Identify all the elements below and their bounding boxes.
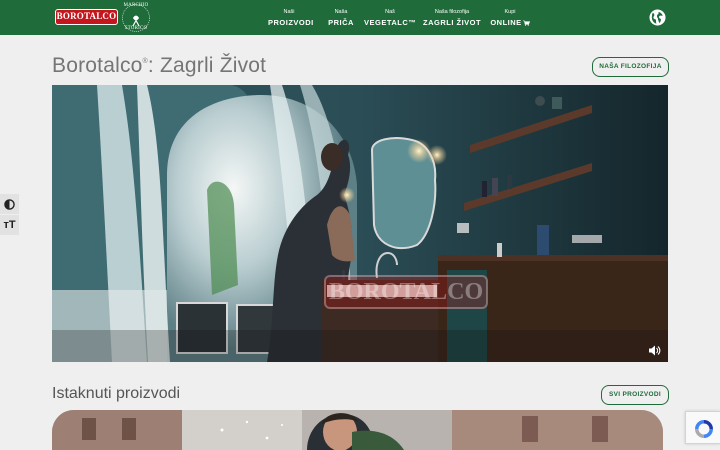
marchio-storico-seal: MARCHIO STORICO (121, 3, 151, 33)
nav-item-prica[interactable]: Naša PRIČA (325, 0, 357, 35)
cart-icon (522, 20, 530, 26)
nav-item-online-text: ONLINE (490, 18, 522, 27)
page-title: Borotalco®: Zagrli Život (52, 54, 266, 78)
nav-item-vegetalc[interactable]: Naš VEGETALC™ (364, 0, 416, 35)
contrast-toggle-button[interactable] (0, 194, 19, 214)
nav-item-small-label: Naša (334, 9, 348, 15)
hero-video[interactable]: BOROTALCO (52, 85, 668, 362)
volume-icon[interactable] (649, 345, 661, 356)
contrast-icon (4, 198, 15, 210)
nav-item-small-label: Naša filozofija (434, 9, 470, 15)
nav-item-small-label: Kupi (504, 9, 516, 15)
video-frame-illustration (52, 85, 668, 362)
seal-bottom-text: STORICO (124, 26, 148, 31)
recaptcha-icon (695, 420, 713, 438)
top-navigation-bar: BOROTALCO MARCHIO STORICO Naši PROIZVODI… (0, 0, 720, 35)
svi-proizvodi-button[interactable]: SVI PROIZVODI (601, 385, 669, 405)
globe-icon[interactable] (649, 9, 666, 26)
nav-item-label: ZAGRLI ŽIVOT (423, 18, 482, 27)
video-watermark: BOROTALCO (324, 275, 488, 309)
nav-item-proizvodi[interactable]: Naši PROIZVODI (268, 0, 314, 35)
nav-item-small-label: Naš (385, 9, 395, 15)
nav-item-label: VEGETALC™ (364, 18, 417, 27)
font-size-icon: тT (3, 219, 16, 231)
title-brand: Borotalco (52, 54, 143, 77)
nav-item-kupi-online[interactable]: Kupi ONLINE (489, 0, 531, 35)
nav-item-label: ONLINE (489, 18, 531, 27)
nav-item-label: PRIČA (328, 18, 354, 27)
nasa-filozofija-button[interactable]: NAŠA FILOZOFIJA (592, 57, 669, 77)
nav-item-small-label: Naši (283, 9, 295, 15)
nav-item-label: PROIZVODI (268, 18, 314, 27)
featured-products-title: Istaknuti proizvodi (52, 385, 181, 402)
title-rest: : Zagrli Život (147, 54, 267, 77)
banner-photo-illustration (52, 410, 663, 450)
nav-item-zagrli-zivot[interactable]: Naša filozofija ZAGRLI ŽIVOT (423, 0, 481, 35)
seal-top-text: MARCHIO (123, 3, 149, 8)
font-size-button[interactable]: тT (0, 215, 19, 235)
borotalco-logo[interactable]: BOROTALCO (55, 9, 118, 25)
recaptcha-badge[interactable] (685, 411, 720, 444)
featured-products-banner[interactable] (52, 410, 663, 450)
